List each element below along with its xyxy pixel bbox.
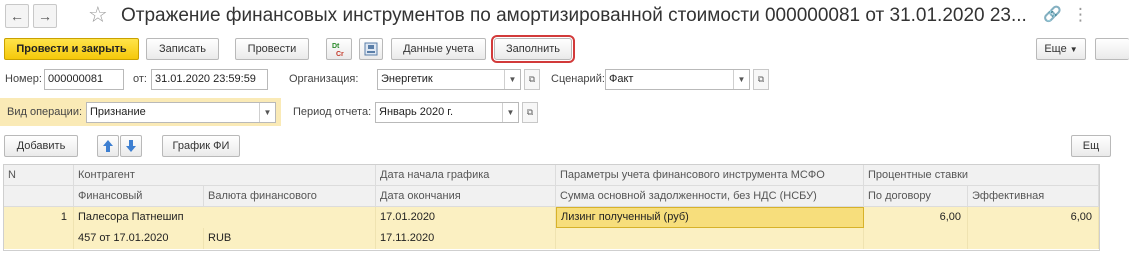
col-header-principal[interactable]: Сумма основной задолженности, без НДС (Н… xyxy=(556,186,864,207)
chevron-down-icon: ▼ xyxy=(1069,45,1078,54)
col-header-rates[interactable]: Процентные ставки xyxy=(864,165,1099,186)
col-header-n-sub xyxy=(4,186,74,207)
dtkt-button[interactable]: Dt Cr xyxy=(326,38,352,60)
arrow-right-icon: → xyxy=(38,8,52,24)
schedule-button[interactable]: График ФИ xyxy=(162,135,240,157)
row-principal[interactable] xyxy=(556,228,864,249)
period-field[interactable]: Январь 2020 г. ▼ xyxy=(375,102,519,123)
arrow-down-icon xyxy=(126,140,136,152)
date-field[interactable]: 31.01.2020 23:59:59 xyxy=(151,69,268,90)
chevron-down-icon[interactable]: ▼ xyxy=(504,70,520,89)
row-contract-rate-sub xyxy=(864,228,968,249)
page-title: Отражение финансовых инструментов по амо… xyxy=(121,5,1027,26)
post-button[interactable]: Провести xyxy=(235,38,309,60)
table-more-button[interactable]: Ещ xyxy=(1071,135,1111,157)
forward-button[interactable]: → xyxy=(33,4,57,28)
accounting-data-button[interactable]: Данные учета xyxy=(391,38,486,60)
star-icon[interactable]: ☆ xyxy=(88,3,108,27)
row-currency[interactable]: RUB xyxy=(204,228,376,249)
dtkt-icon: Dt Cr xyxy=(332,43,344,58)
col-header-effective-rate[interactable]: Эффективная xyxy=(968,186,1099,207)
row-number-sub xyxy=(4,228,74,249)
org-field[interactable]: Энергетик ▼ xyxy=(377,69,521,90)
row-ifrs-params[interactable]: Лизинг полученный (руб) xyxy=(556,207,864,228)
chevron-down-icon[interactable]: ▼ xyxy=(733,70,749,89)
post-and-close-button[interactable]: Провести и закрыть xyxy=(4,38,139,60)
optype-field[interactable]: Признание ▼ xyxy=(86,102,276,123)
optype-label: Вид операции: xyxy=(7,106,83,118)
number-field[interactable]: 000000081 xyxy=(44,69,124,90)
scenario-label: Сценарий: xyxy=(551,73,605,85)
fi-table: N Контрагент Дата начала графика Парамет… xyxy=(3,164,1100,251)
row-number[interactable]: 1 xyxy=(4,207,74,228)
more-vertical-icon[interactable]: ⋮ xyxy=(1072,6,1089,24)
add-row-button[interactable]: Добавить xyxy=(4,135,78,157)
col-header-currency[interactable]: Валюта финансового xyxy=(204,186,376,207)
more-button[interactable]: Еще ▼ xyxy=(1036,38,1086,60)
more-label: Еще xyxy=(1044,43,1067,55)
optype-value: Признание xyxy=(90,106,146,118)
row-contract-rate[interactable]: 6,00 xyxy=(864,207,968,228)
svg-text:Dt: Dt xyxy=(332,43,340,50)
scenario-field[interactable]: Факт ▼ xyxy=(605,69,750,90)
fill-button[interactable]: Заполнить xyxy=(491,35,575,63)
svg-text:Cr: Cr xyxy=(336,51,344,58)
report-icon xyxy=(364,42,378,56)
arrow-up-icon xyxy=(103,140,113,152)
number-label: Номер: xyxy=(5,73,42,85)
period-picker-icon[interactable]: ⧉ xyxy=(522,102,538,123)
row-schedule-start[interactable]: 17.01.2020 xyxy=(376,207,556,228)
toolbar-edge-button[interactable] xyxy=(1095,38,1129,60)
row-effective-rate[interactable]: 6,00 xyxy=(968,207,1099,228)
open-org-icon[interactable]: ⧉ xyxy=(524,69,540,90)
row-counterparty[interactable]: Палесора Патнешип xyxy=(74,207,376,228)
row-effective-rate-sub xyxy=(968,228,1099,249)
arrow-left-icon: ← xyxy=(10,8,24,24)
open-scenario-icon[interactable]: ⧉ xyxy=(753,69,769,90)
org-label: Организация: xyxy=(289,73,359,85)
chevron-down-icon[interactable]: ▼ xyxy=(502,103,518,122)
col-header-n[interactable]: N xyxy=(4,165,74,186)
link-icon[interactable]: 🔗 xyxy=(1043,6,1062,24)
col-header-counterparty[interactable]: Контрагент xyxy=(74,165,376,186)
date-label: от: xyxy=(133,73,147,85)
scenario-value: Факт xyxy=(609,73,634,85)
row-financial[interactable]: 457 от 17.01.2020 xyxy=(74,228,204,249)
chevron-down-icon[interactable]: ▼ xyxy=(259,103,275,122)
move-down-button[interactable] xyxy=(120,135,142,157)
move-up-button[interactable] xyxy=(97,135,119,157)
col-header-contract-rate[interactable]: По договору xyxy=(864,186,968,207)
col-header-end-date[interactable]: Дата окончания xyxy=(376,186,556,207)
report-button[interactable] xyxy=(359,38,383,60)
col-header-ifrs-params[interactable]: Параметры учета финансового инструмента … xyxy=(556,165,864,186)
save-button[interactable]: Записать xyxy=(146,38,219,60)
org-value: Энергетик xyxy=(381,73,433,85)
col-header-financial[interactable]: Финансовый xyxy=(74,186,204,207)
period-label: Период отчета: xyxy=(293,106,372,118)
row-end-date[interactable]: 17.11.2020 xyxy=(376,228,556,249)
period-value: Январь 2020 г. xyxy=(379,106,454,118)
col-header-schedule-start[interactable]: Дата начала графика xyxy=(376,165,556,186)
back-button[interactable]: ← xyxy=(5,4,29,28)
